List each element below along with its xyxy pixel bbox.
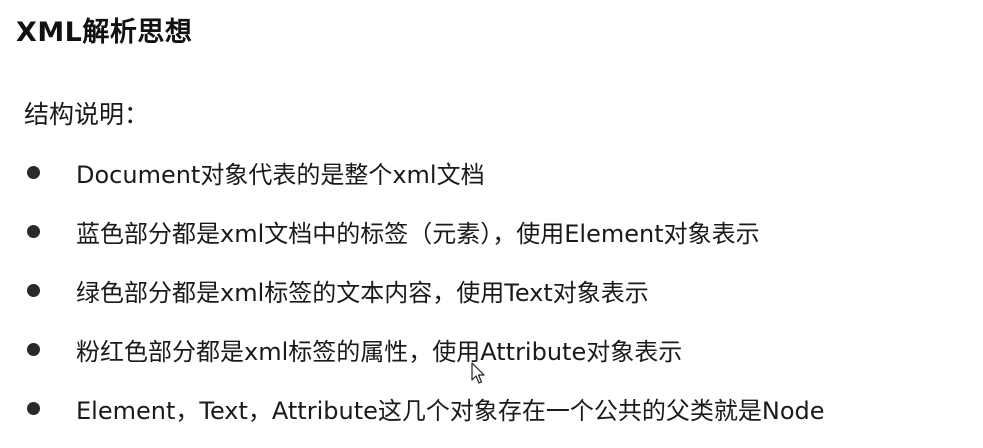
list-item-text: 绿色部分都是xml标签的文本内容，使用Text对象表示 xyxy=(76,279,649,307)
page-title: XML解析思想 xyxy=(16,17,193,48)
bullet-dot-icon xyxy=(27,284,40,297)
bullet-dot-icon xyxy=(27,402,40,415)
list-item-text: Element，Text，Attribute这几个对象存在一个公共的父类就是No… xyxy=(76,397,825,425)
bullet-dot-icon xyxy=(27,225,40,238)
list-item: 蓝色部分都是xml文档中的标签（元素），使用Element对象表示 xyxy=(0,210,983,269)
section-label: 结构说明： xyxy=(24,100,150,129)
list-item: Document对象代表的是整个xml文档 xyxy=(0,151,983,210)
list-item-text: 蓝色部分都是xml文档中的标签（元素），使用Element对象表示 xyxy=(76,220,760,248)
list-item: 粉红色部分都是xml标签的属性，使用Attribute对象表示 xyxy=(0,328,983,387)
mouse-pointer-icon xyxy=(471,362,485,384)
list-item: Element，Text，Attribute这几个对象存在一个公共的父类就是No… xyxy=(0,387,983,446)
bullet-list: Document对象代表的是整个xml文档 蓝色部分都是xml文档中的标签（元素… xyxy=(0,151,983,446)
list-item-text: Document对象代表的是整个xml文档 xyxy=(76,161,485,189)
bullet-dot-icon xyxy=(27,166,40,179)
list-item: 绿色部分都是xml标签的文本内容，使用Text对象表示 xyxy=(0,269,983,328)
list-item-text: 粉红色部分都是xml标签的属性，使用Attribute对象表示 xyxy=(76,338,683,366)
bullet-dot-icon xyxy=(27,343,40,356)
